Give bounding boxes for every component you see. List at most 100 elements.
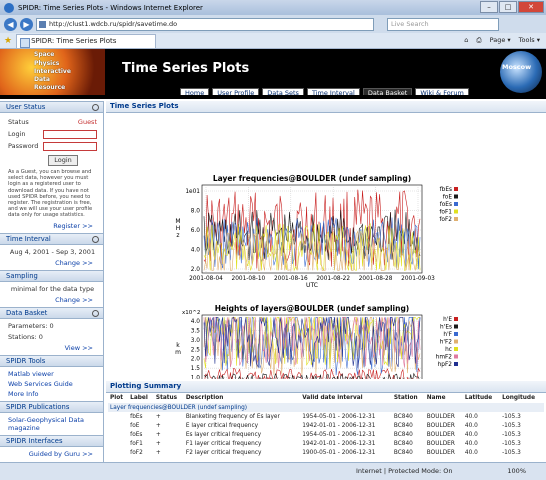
security-zone: Internet | Protected Mode: On	[356, 467, 453, 475]
login-button[interactable]: Login	[48, 155, 78, 166]
print-icon[interactable]: ⎙	[476, 36, 481, 45]
column-header: Plot	[110, 395, 123, 401]
y-tick-label: 8.0	[191, 209, 201, 215]
tools-menu[interactable]: Tools ▾	[519, 36, 540, 45]
basket-icon	[92, 309, 99, 317]
plotting-summary: Plotting Summary Plot Label Status Descript…	[106, 381, 546, 457]
table-cell: 40.0	[464, 413, 478, 420]
table-row: foF2 + F2 layer critical frequency 1900-05-…	[108, 448, 544, 457]
table-cell: BOULDER	[426, 440, 455, 447]
legend-swatch	[454, 187, 458, 191]
table-cell: foEs	[130, 431, 143, 438]
register-link[interactable]: Register >>	[8, 222, 97, 230]
table-cell: +	[155, 440, 161, 447]
y-tick-label: 2.0	[191, 267, 201, 273]
table-cell: +	[155, 422, 161, 429]
table-cell: -105.3	[502, 449, 521, 456]
home-icon[interactable]: ⌂	[464, 36, 468, 45]
chart-title: Heights of layers@BOULDER (undef samplin…	[215, 304, 410, 313]
view-basket-link[interactable]: View >>	[8, 344, 97, 352]
column-header: Valid date interval	[302, 395, 363, 401]
forward-icon[interactable]: ▶	[20, 17, 33, 31]
legend-label: h'Es	[440, 325, 452, 331]
data-basket-heading: Data Basket	[0, 306, 103, 319]
url-input[interactable]: http://clust1.wdcb.ru/spidr/savetime.do	[36, 17, 374, 31]
table-cell	[108, 448, 128, 457]
legend-swatch	[454, 354, 458, 359]
status-value: Guest	[77, 118, 97, 126]
heading-label: SPIDR Interfaces	[6, 436, 63, 445]
x-tick-label: 2001-08-22	[316, 276, 350, 282]
zoom-level[interactable]: 100%	[507, 467, 526, 475]
legend-swatch	[454, 362, 458, 366]
column-header: Description	[185, 395, 224, 401]
globe-label: Moscow	[502, 63, 532, 71]
page-title: Time Series Plots	[122, 61, 250, 76]
legend-swatch	[454, 317, 458, 321]
legend-swatch	[454, 202, 458, 206]
y-axis-label-char: H	[176, 225, 181, 232]
close-button[interactable]: ✕	[518, 1, 544, 13]
window-title: SPIDR: Time Series Plots - Windows Inter…	[18, 3, 203, 12]
guest-note: As a Guest, you can browse and select da…	[8, 169, 93, 219]
table-row: foEs + Es layer critical frequency 1954-05-…	[108, 430, 544, 439]
password-input[interactable]	[43, 141, 97, 151]
tools-link-matlab[interactable]: Matlab viewer	[8, 370, 97, 378]
change-interval-link[interactable]: Change >>	[8, 259, 97, 267]
login-input[interactable]	[43, 129, 97, 139]
tools-link-ws-guide[interactable]: Web Services Guide	[8, 380, 97, 388]
site-header: Space Physics Interactive Data Resource …	[0, 49, 546, 99]
ie-icon	[4, 2, 14, 13]
status-label: Status	[8, 118, 29, 126]
minimize-button[interactable]: –	[480, 1, 498, 13]
x-tick-label: 2001-08-16	[274, 276, 308, 282]
change-sampling-link[interactable]: Change >>	[8, 296, 97, 304]
heading-label: Sampling	[6, 271, 38, 280]
logo-word: Resource	[34, 84, 66, 91]
browser-tab[interactable]: SPIDR: Time Series Plots	[16, 33, 157, 48]
y-axis-label-char: m	[175, 349, 181, 356]
legend-swatch	[454, 339, 458, 344]
browser-tabbar: ★ SPIDR: Time Series Plots ⌂ ⎙ Page ▾ To…	[0, 33, 546, 49]
window-titlebar: SPIDR: Time Series Plots - Windows Inter…	[0, 0, 546, 15]
table-cell	[108, 412, 128, 421]
password-label: Password	[8, 142, 39, 150]
legend-swatch	[454, 209, 458, 214]
column-header: Name	[426, 395, 446, 401]
table-cell: F2 layer critical frequency	[185, 449, 262, 456]
legend-label: hmF2	[436, 355, 453, 361]
table-cell: BOULDER	[426, 449, 455, 456]
guru-link[interactable]: Guided by Guru >>	[8, 450, 97, 458]
tools-link-more-info[interactable]: More Info	[8, 390, 97, 398]
publications-heading: SPIDR Publications	[0, 400, 103, 413]
interfaces-heading: SPIDR Interfaces	[0, 434, 103, 447]
web-page: Space Physics Interactive Data Resource …	[0, 49, 546, 462]
legend-swatch	[454, 217, 458, 221]
table-cell: 1942-01-01 - 2006-12-31	[302, 422, 376, 429]
table-cell	[108, 430, 128, 439]
maximize-button[interactable]: □	[499, 1, 517, 13]
table-cell: -105.3	[502, 431, 521, 438]
header-divider	[0, 95, 546, 99]
y-tick-label: 2.5	[191, 347, 201, 353]
y-tick-label: 4.0	[191, 319, 201, 325]
table-cell: +	[155, 413, 161, 420]
heading-label: User Status	[6, 103, 46, 111]
table-row: fbEs + Blanketing frequency of Es layer 195…	[108, 412, 544, 421]
chart-title: Layer frequencies@BOULDER (undef samplin…	[213, 174, 411, 183]
back-icon[interactable]: ◀	[4, 17, 17, 31]
summary-group: Layer frequencies@BOULDER (undef samplin…	[108, 403, 544, 412]
publication-link[interactable]: Solar-Geophysical Data magazine	[8, 416, 97, 432]
table-cell: foE	[130, 422, 140, 429]
page-menu[interactable]: Page ▾	[490, 36, 511, 45]
legend-swatch	[454, 332, 458, 336]
table-cell: -105.3	[502, 440, 521, 447]
time-interval-heading: Time Interval	[0, 232, 103, 245]
favorites-star-icon[interactable]: ★	[4, 36, 12, 46]
table-cell: BC840	[393, 440, 413, 447]
logo-word: Physics	[34, 60, 60, 67]
column-header: Station	[393, 395, 418, 401]
tools-heading: SPIDR Tools	[0, 354, 103, 367]
search-input[interactable]: Live Search	[387, 17, 499, 31]
summary-table: Plot Label Status Description Valid date int…	[108, 393, 544, 457]
